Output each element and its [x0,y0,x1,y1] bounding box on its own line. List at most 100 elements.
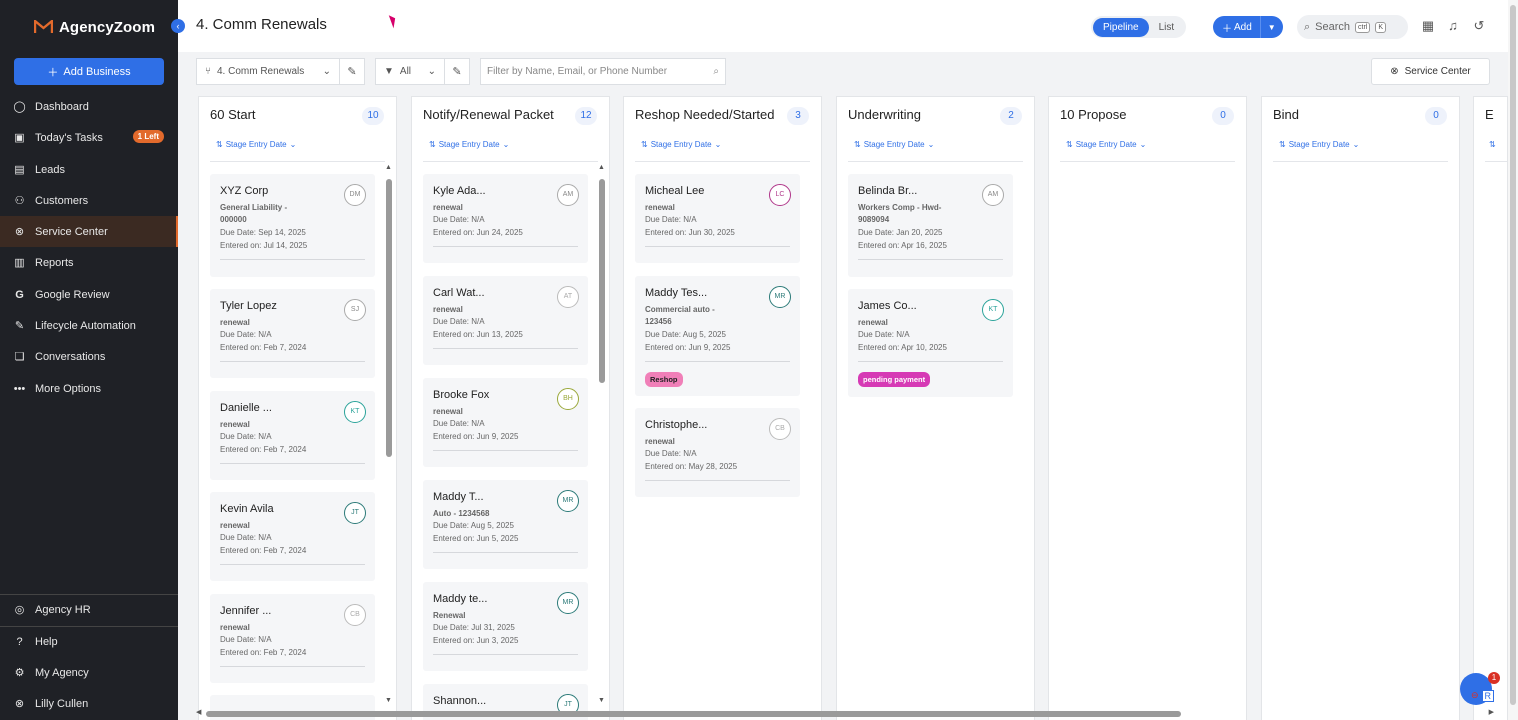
filter-input[interactable]: Filter by Name, Email, or Phone Number ⌕ [480,58,726,85]
sort-dropdown[interactable]: ⇅ Stage Entry Date ⌄ [429,140,509,149]
bell-icon[interactable]: ♫ [1445,18,1461,34]
sidebar-item-google-review[interactable]: G Google Review [0,279,178,310]
edit-filter-button[interactable]: ✎ [444,59,469,84]
avatar[interactable]: AM [982,184,1004,206]
deal-card[interactable]: Maddy Tes... MR Commercial auto - 123456… [635,276,800,396]
avatar[interactable]: KT [344,401,366,423]
sidebar-item-agency-hr[interactable]: ◎ Agency HR [0,594,178,625]
sidebar-item-lifecycle-automation[interactable]: ✎ Lifecycle Automation [0,310,178,341]
sidebar-item-more-options[interactable]: ••• More Options [0,373,178,404]
scrollbar-thumb[interactable] [1510,5,1516,705]
service-center-icon: ⊗ [14,226,25,238]
sidebar-item-label: Google Review [35,288,110,301]
deal-card[interactable]: Jennifer ... CB renewal Due Date: N/A En… [210,594,375,683]
card-name: Brooke Fox [433,389,490,401]
add-business-button[interactable]: ＋ Add Business [14,58,164,85]
sidebar-item-label: Customers [35,194,89,207]
avatar[interactable]: DM [344,184,366,206]
scroll-right-icon: ▶ [1488,709,1494,716]
deal-card[interactable]: Danielle ... KT renewal Due Date: N/A En… [210,391,375,480]
sidebar-item-leads[interactable]: ▤ Leads [0,154,178,185]
sort-icon: ⇅ [1066,140,1073,149]
global-search[interactable]: ⌕ Search ctrl K [1297,15,1408,39]
sidebar-item-dashboard[interactable]: ◯ Dashboard [0,91,178,122]
deal-card[interactable]: Brooke Fox BH renewal Due Date: N/A Ente… [423,378,588,467]
deal-card[interactable]: Christophe... CB renewal Due Date: N/A E… [635,408,800,497]
column-scrollbar[interactable]: ▲ ▼ [385,164,392,707]
deal-card[interactable]: Tyler Lopez SJ renewal Due Date: N/A Ent… [210,289,375,378]
reshop-tag[interactable]: Reshop [645,372,683,387]
pending-payment-tag[interactable]: pending payment [858,372,931,387]
history-icon[interactable]: ↺ [1471,18,1487,34]
scrollbar-thumb[interactable] [599,179,605,383]
scrollbar-thumb[interactable] [386,179,392,457]
avatar[interactable]: MR [557,490,579,512]
card-due-date: Due Date: N/A [858,330,910,339]
avatar[interactable]: MR [557,592,579,614]
deal-card[interactable]: Carl Wat... AT renewal Due Date: N/A Ent… [423,276,588,365]
sidebar-item-customers[interactable]: ⚇ Customers [0,185,178,216]
deal-card[interactable]: XYZ Corp DM General Liability - 000000 D… [210,174,375,277]
avatar[interactable]: CB [769,418,791,440]
deal-card[interactable]: Belinda Br... AM Workers Comp - Hwd-9089… [848,174,1013,277]
block-icon[interactable]: ⊖ [1471,690,1479,702]
sidebar-item-conversations[interactable]: ❏ Conversations [0,341,178,372]
avatar[interactable]: JT [344,502,366,524]
column-scrollbar[interactable]: ▲ ▼ [598,164,605,707]
avatar[interactable]: KT [982,299,1004,321]
sidebar-item-service-center[interactable]: ⊗ Service Center [0,216,178,247]
user-icon: ⊗ [14,698,25,710]
scroll-down-icon: ▼ [385,697,392,704]
scrollbar-thumb[interactable] [206,711,1181,717]
sidebar-item-todays-tasks[interactable]: ▣ Today's Tasks 1 Left [0,122,178,153]
sort-dropdown[interactable]: ⇅ Stage Entry Date ⌄ [1066,140,1146,149]
board-horizontal-scrollbar[interactable]: ◀ ▶ [196,709,1494,718]
sort-dropdown[interactable]: ⇅ Stage Entry Date ⌄ [1279,140,1359,149]
chevron-down-icon[interactable]: ▼ [1261,16,1283,38]
avatar[interactable]: AM [557,184,579,206]
avatar[interactable]: MR [769,286,791,308]
deal-card[interactable]: Micheal Lee LC renewal Due Date: N/A Ent… [635,174,800,263]
stage-column-underwriting: Underwriting 2 ⇅ Stage Entry Date ⌄ Belind… [836,96,1035,720]
sidebar-item-reports[interactable]: ▥ Reports [0,247,178,278]
avatar[interactable]: LC [769,184,791,206]
avatar[interactable]: BH [557,388,579,410]
card-due-date: Due Date: N/A [433,215,485,224]
sort-dropdown[interactable]: ⇅ Stage Entry Date ⌄ [641,140,721,149]
pipeline-dropdown[interactable]: ⑂ 4. Comm Renewals ⌄ [197,59,339,84]
deal-card[interactable]: Kyle Ada... AM renewal Due Date: N/A Ent… [423,174,588,263]
deal-card[interactable]: James Co... KT renewal Due Date: N/A Ent… [848,289,1013,397]
deal-card[interactable]: Maddy T... MR Auto - 1234568 Due Date: A… [423,480,588,569]
column-divider [635,161,810,162]
avatar[interactable]: CB [344,604,366,626]
deal-card[interactable]: Kevin Avila JT renewal Due Date: N/A Ent… [210,492,375,581]
deal-card[interactable]: Maddy te... MR Renewal Due Date: Jul 31,… [423,582,588,671]
scroll-up-icon: ▲ [385,164,392,171]
avatar[interactable]: SJ [344,299,366,321]
calendar-icon[interactable]: ▦ [1420,18,1436,34]
card-divider [858,361,1003,362]
collapse-sidebar-button[interactable]: ‹ [171,19,185,33]
page-vertical-scrollbar[interactable] [1508,0,1518,720]
edit-pipeline-button[interactable]: ✎ [339,59,364,84]
sort-label: Stage Entry Date [863,140,925,149]
sort-dropdown[interactable]: ⇅ Stage Entry Date ⌄ [216,140,296,149]
sidebar-item-user[interactable]: ⊗ Lilly Cullen [0,688,178,719]
service-center-button[interactable]: ⊗ Service Center [1371,58,1490,85]
sidebar-item-help[interactable]: ? Help [0,626,178,657]
app-logo[interactable]: AgencyZoom [34,17,155,37]
owner-dropdown[interactable]: ▼ All ⌄ [376,59,444,84]
card-due-date: Due Date: N/A [220,635,272,644]
add-button[interactable]: ＋ Add [1213,16,1261,38]
card-divider [433,654,578,655]
sort-icon[interactable]: ⇅ [1489,140,1496,149]
extension-icon[interactable]: R [1481,690,1495,702]
card-name: Carl Wat... [433,287,485,299]
avatar[interactable]: AT [557,286,579,308]
pipeline-view-button[interactable]: Pipeline [1093,17,1149,37]
list-view-button[interactable]: List [1149,18,1185,37]
chevron-down-icon: ⌄ [502,140,510,149]
card-due-date: Due Date: N/A [433,317,485,326]
sidebar-item-my-agency[interactable]: ⚙ My Agency [0,657,178,688]
sort-dropdown[interactable]: ⇅ Stage Entry Date ⌄ [854,140,934,149]
